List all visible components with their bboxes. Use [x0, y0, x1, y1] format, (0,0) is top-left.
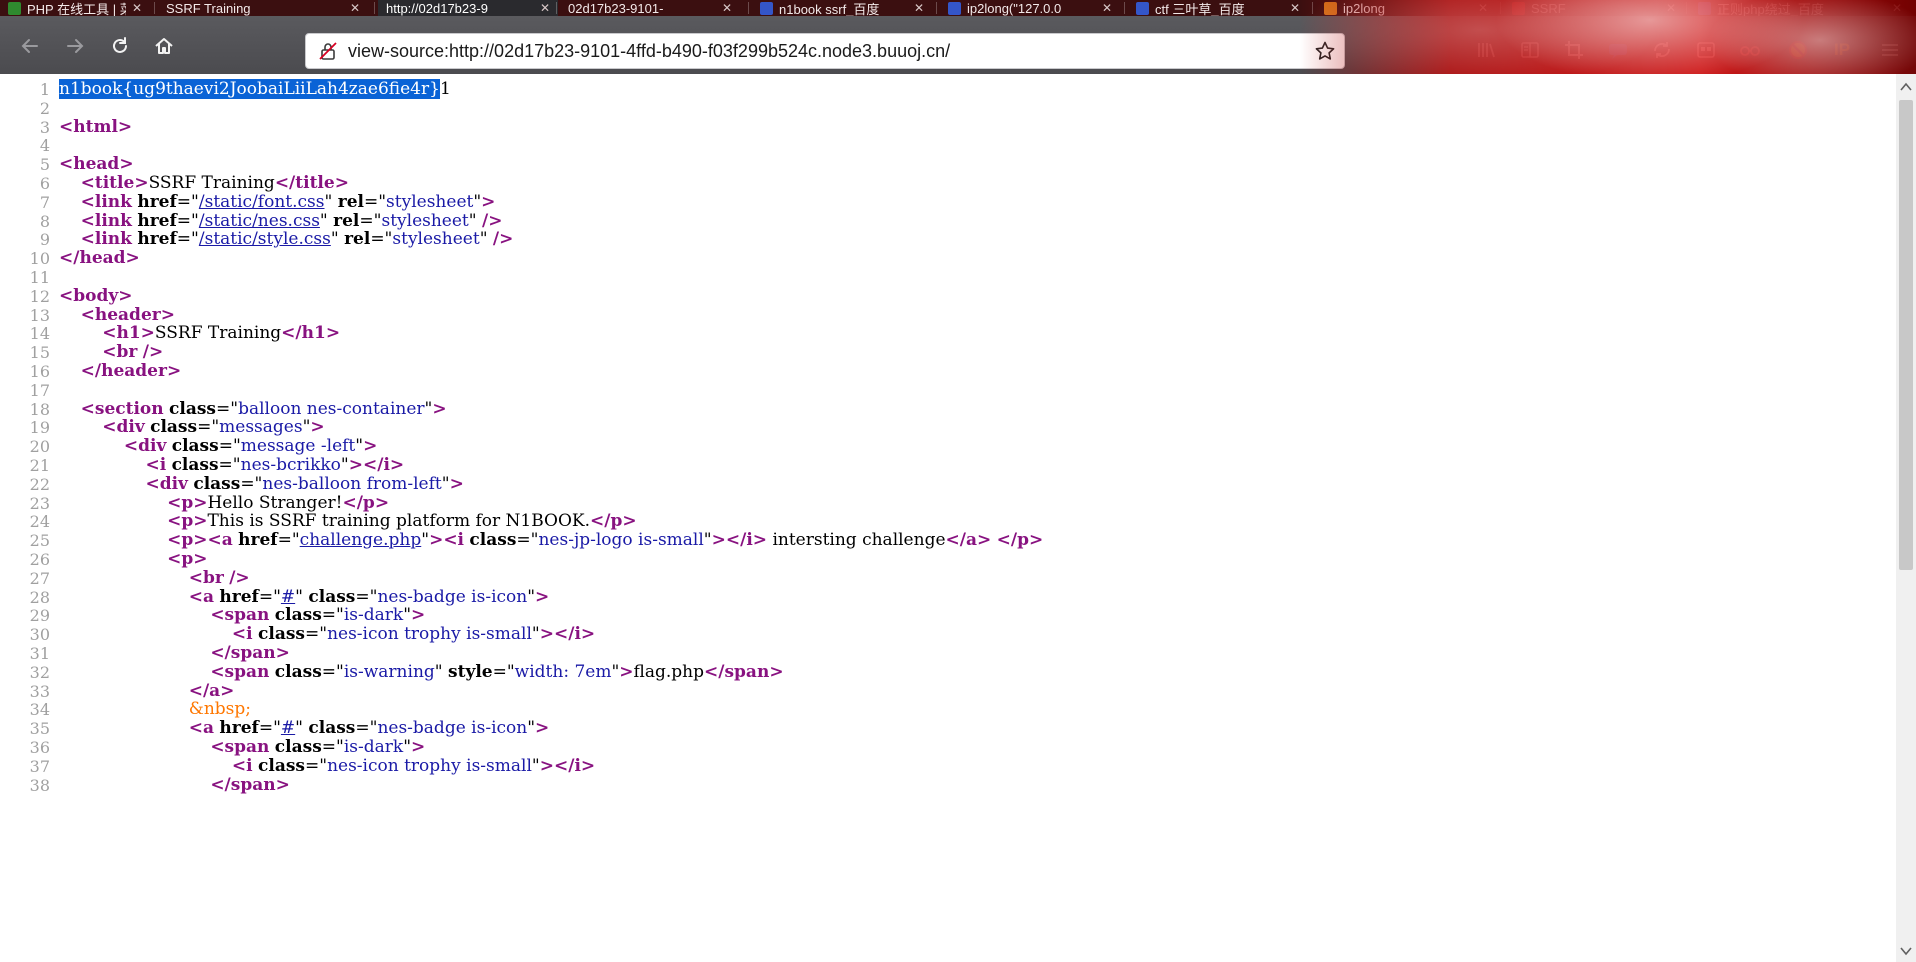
reload-icon: [113, 37, 127, 53]
tab-strip: PHP 在线工具 | 菜 ✕ SSRF Training ✕ http://02d17b…: [0, 0, 1916, 16]
home-button[interactable]: [150, 32, 178, 60]
arrow-left-icon: [21, 39, 38, 53]
tab-close-icon[interactable]: ✕: [1472, 1, 1488, 15]
star-icon[interactable]: [1314, 40, 1336, 62]
tab-3[interactable]: http://02d17b23-9 ✕: [378, 0, 558, 16]
back-button[interactable]: [16, 32, 44, 60]
tab-9[interactable]: SSRF ✕: [1504, 0, 1684, 16]
tab-1[interactable]: PHP 在线工具 | 菜 ✕: [0, 0, 150, 16]
tab-label: http://02d17b23-9: [386, 0, 488, 16]
tab-label: PHP 在线工具 | 菜: [27, 1, 126, 17]
tab-label: n1book ssrf_百度: [779, 1, 880, 17]
tab-close-icon[interactable]: ✕: [534, 1, 550, 15]
tab-favicon-icon: [1512, 1, 1525, 15]
ip-icon[interactable]: IP: [1830, 38, 1854, 62]
scroll-up-arrow-icon[interactable]: [1900, 82, 1912, 92]
tab-label: SSRF: [1531, 0, 1566, 16]
reader-icon[interactable]: [1518, 38, 1542, 62]
tab-6[interactable]: ip2long("127.0.0 ✕: [940, 0, 1120, 16]
tab-favicon-icon: [1324, 1, 1337, 15]
forward-button[interactable]: [61, 32, 89, 60]
tab-close-icon[interactable]: ✕: [344, 1, 360, 15]
reload-button[interactable]: [106, 32, 134, 60]
tab-favicon-icon: [1136, 1, 1149, 15]
tab-label: 正则php绕过_百度: [1717, 1, 1824, 17]
source-view[interactable]: 1 n1book{ug9thaevi2JoobaiLiiLah4zae6fie4…: [0, 74, 1896, 962]
tab-separator: [374, 2, 375, 14]
scrollbar-thumb[interactable]: [1899, 100, 1913, 570]
tab-label: ctf 三叶草_百度: [1155, 1, 1245, 17]
block-icon[interactable]: [1786, 38, 1810, 62]
tab-separator: [936, 2, 937, 14]
menu-icon[interactable]: [1878, 38, 1902, 62]
tab-10[interactable]: 正则php绕过_百度 ✕: [1690, 0, 1910, 16]
screenshot-icon[interactable]: [1562, 38, 1586, 62]
library-icon[interactable]: [1474, 38, 1498, 62]
tab-7[interactable]: ctf 三叶草_百度 ✕: [1128, 0, 1308, 16]
home-icon: [155, 38, 173, 54]
arrow-right-icon: [67, 39, 84, 53]
tab-label: 02d17b23-9101-: [568, 0, 664, 16]
ip-label: IP: [1833, 40, 1851, 59]
line-number: 38: [29, 775, 50, 795]
vertical-scrollbar[interactable]: [1896, 74, 1916, 962]
container-icon[interactable]: [1694, 38, 1718, 62]
address-bar[interactable]: view-source:http://02d17b23-9101-4ffd-b4…: [305, 33, 1345, 69]
tab-close-icon[interactable]: ✕: [1096, 1, 1112, 15]
tab-close-icon[interactable]: ✕: [908, 1, 924, 15]
tab-5[interactable]: n1book ssrf_百度 ✕: [752, 0, 932, 16]
tab-close-icon[interactable]: ✕: [716, 1, 732, 15]
tab-4[interactable]: 02d17b23-9101- ✕: [560, 0, 740, 16]
tab-8[interactable]: ip2long ✕: [1316, 0, 1496, 16]
tab-separator: [1686, 2, 1687, 14]
tab-favicon-icon: [948, 1, 961, 15]
tab-label: ip2long("127.0.0: [967, 0, 1062, 16]
source-line: 38 </span>: [0, 774, 1880, 797]
chat-icon[interactable]: [1606, 38, 1630, 62]
tab-label: SSRF Training: [166, 0, 251, 16]
tab-favicon-icon: [1698, 1, 1711, 15]
scroll-down-arrow-icon[interactable]: [1900, 946, 1912, 956]
sync-icon[interactable]: [1650, 38, 1674, 62]
tab-close-icon[interactable]: ✕: [1660, 1, 1676, 15]
tab-separator: [556, 2, 557, 14]
tab-label: ip2long: [1343, 0, 1385, 16]
insecure-lock-icon[interactable]: [318, 41, 338, 61]
source-code[interactable]: </span>: [59, 774, 290, 797]
tab-close-icon[interactable]: ✕: [126, 1, 142, 15]
tab-close-icon[interactable]: ✕: [1284, 1, 1300, 15]
tab-favicon-icon: [8, 1, 21, 15]
tab-separator: [1312, 2, 1313, 14]
tab-close-icon[interactable]: ✕: [1886, 1, 1902, 15]
url-text[interactable]: view-source:http://02d17b23-9101-4ffd-b4…: [348, 34, 950, 68]
glasses-icon[interactable]: [1738, 38, 1762, 62]
tab-2[interactable]: SSRF Training ✕: [158, 0, 368, 16]
tab-favicon-icon: [760, 1, 773, 15]
tab-separator: [1124, 2, 1125, 14]
tab-separator: [748, 2, 749, 14]
tab-separator: [154, 2, 155, 14]
tab-separator: [1500, 2, 1501, 14]
